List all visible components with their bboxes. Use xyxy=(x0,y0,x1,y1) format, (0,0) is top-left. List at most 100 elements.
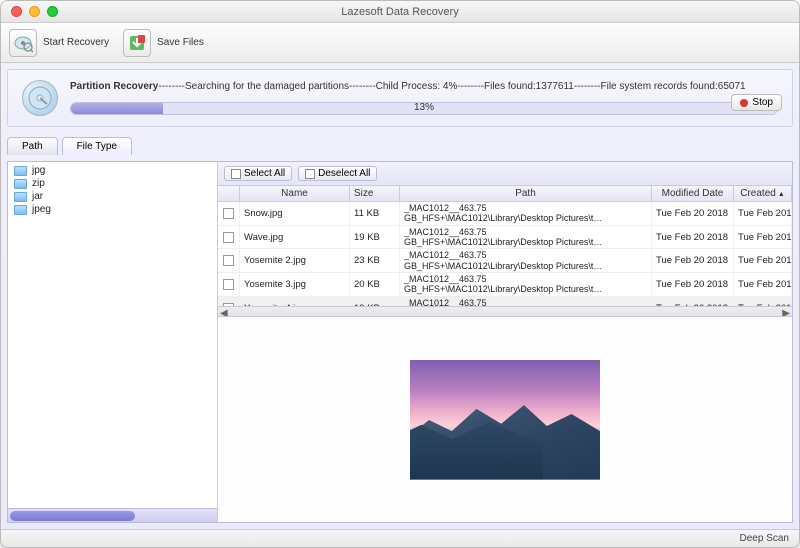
row-checkbox[interactable] xyxy=(223,255,234,266)
folder-icon xyxy=(14,179,27,189)
sidebar: jpg zip jar jpeg xyxy=(8,162,218,522)
cell-size: 19 KB xyxy=(350,226,400,249)
col-size[interactable]: Size xyxy=(350,186,400,201)
cell-path: _MAC1012__463.75GB_HFS+\MAC1012\Library\… xyxy=(400,273,652,296)
status-text: Partition Recovery--------Searching for … xyxy=(70,80,778,115)
row-checkbox-cell xyxy=(218,249,240,272)
checkbox-icon xyxy=(305,169,315,179)
status-panel: Partition Recovery--------Searching for … xyxy=(7,69,793,127)
folder-item[interactable]: jpeg xyxy=(12,203,213,216)
row-checkbox[interactable] xyxy=(223,232,234,243)
cell-size: 19 KB xyxy=(350,297,400,306)
app-window: Lazesoft Data Recovery Start Recovery Sa… xyxy=(0,0,800,548)
body-area: Partition Recovery--------Searching for … xyxy=(1,63,799,529)
cell-modified: Tue Feb 20 2018 xyxy=(652,273,734,296)
start-recovery-button[interactable]: Start Recovery xyxy=(9,29,109,57)
folder-icon xyxy=(14,192,27,202)
col-created[interactable]: Created xyxy=(734,186,792,201)
cell-path: _MAC1012__463.75GB_HFS+\MAC1012\Library\… xyxy=(400,226,652,249)
table-row[interactable]: Yosemite 3.jpg20 KB_MAC1012__463.75GB_HF… xyxy=(218,273,792,297)
select-all-label: Select All xyxy=(244,168,285,179)
main-toolbar: Start Recovery Save Files xyxy=(1,23,799,63)
cell-created: Tue Feb 2018 xyxy=(734,226,792,249)
cell-modified: Tue Feb 20 2018 xyxy=(652,249,734,272)
folder-label: jpg xyxy=(32,165,45,176)
stop-icon xyxy=(740,99,748,107)
status-title: Partition Recovery xyxy=(70,81,158,92)
tab-path[interactable]: Path xyxy=(7,137,58,155)
table-row[interactable]: Snow.jpg11 KB_MAC1012__463.75GB_HFS+\MAC… xyxy=(218,202,792,226)
stop-label: Stop xyxy=(752,97,773,108)
col-modified[interactable]: Modified Date xyxy=(652,186,734,201)
tab-file-type[interactable]: File Type xyxy=(62,137,132,155)
cell-created: Tue Feb 2018 xyxy=(734,249,792,272)
file-toolbar: Select All Deselect All xyxy=(218,162,792,186)
cell-name: Snow.jpg xyxy=(240,202,350,225)
table-header: Name Size Path Modified Date Created xyxy=(218,186,792,202)
stop-button[interactable]: Stop xyxy=(731,94,782,111)
cell-modified: Tue Feb 20 2018 xyxy=(652,202,734,225)
col-checkbox[interactable] xyxy=(218,186,240,201)
table-row[interactable]: Wave.jpg19 KB_MAC1012__463.75GB_HFS+\MAC… xyxy=(218,226,792,250)
folder-label: zip xyxy=(32,178,45,189)
cell-size: 11 KB xyxy=(350,202,400,225)
table-row[interactable]: Yosemite 4.jpg19 KB_MAC1012__463.75GB_HF… xyxy=(218,297,792,306)
status-message: --------Searching for the damaged partit… xyxy=(158,81,745,92)
cell-name: Yosemite 2.jpg xyxy=(240,249,350,272)
save-files-icon xyxy=(123,29,151,57)
table-scrollbar[interactable] xyxy=(218,306,792,316)
progress-label: 13% xyxy=(70,101,778,115)
row-checkbox[interactable] xyxy=(223,208,234,219)
sidebar-tabs: Path File Type xyxy=(7,137,793,155)
cell-name: Yosemite 3.jpg xyxy=(240,273,350,296)
col-name[interactable]: Name xyxy=(240,186,350,201)
save-files-label: Save Files xyxy=(157,37,204,48)
cell-size: 20 KB xyxy=(350,273,400,296)
cell-path: _MAC1012__463.75GB_HFS+\MAC1012\Library\… xyxy=(400,297,652,306)
content-row: jpg zip jar jpeg Select All Deselect All xyxy=(7,161,793,523)
folder-icon xyxy=(14,166,27,176)
deselect-all-button[interactable]: Deselect All xyxy=(298,166,377,181)
folder-item[interactable]: jar xyxy=(12,190,213,203)
file-table: Name Size Path Modified Date Created Sno… xyxy=(218,186,792,316)
cell-created: Tue Feb 2018 xyxy=(734,273,792,296)
main-pane: Select All Deselect All Name Size Path M… xyxy=(218,162,792,522)
row-checkbox-cell xyxy=(218,273,240,296)
folder-item[interactable]: jpg xyxy=(12,164,213,177)
folder-label: jar xyxy=(32,191,43,202)
titlebar: Lazesoft Data Recovery xyxy=(1,1,799,23)
preview-image xyxy=(410,360,600,480)
window-title: Lazesoft Data Recovery xyxy=(1,6,799,18)
cell-path: _MAC1012__463.75GB_HFS+\MAC1012\Library\… xyxy=(400,249,652,272)
folder-label: jpeg xyxy=(32,204,51,215)
table-row[interactable]: Yosemite 2.jpg23 KB_MAC1012__463.75GB_HF… xyxy=(218,249,792,273)
cell-name: Yosemite 4.jpg xyxy=(240,297,350,306)
cell-size: 23 KB xyxy=(350,249,400,272)
cell-modified: Tue Feb 20 2018 xyxy=(652,297,734,306)
table-body: Snow.jpg11 KB_MAC1012__463.75GB_HFS+\MAC… xyxy=(218,202,792,306)
preview-pane xyxy=(218,316,792,522)
folder-list: jpg zip jar jpeg xyxy=(8,162,217,508)
cell-created: Tue Feb 2018 xyxy=(734,297,792,306)
checkbox-icon xyxy=(231,169,241,179)
sidebar-scrollbar[interactable] xyxy=(8,508,217,522)
disk-icon xyxy=(22,80,58,116)
select-all-button[interactable]: Select All xyxy=(224,166,292,181)
scan-mode-label: Deep Scan xyxy=(740,533,789,544)
row-checkbox-cell xyxy=(218,297,240,306)
save-files-button[interactable]: Save Files xyxy=(123,29,204,57)
cell-modified: Tue Feb 20 2018 xyxy=(652,226,734,249)
cell-name: Wave.jpg xyxy=(240,226,350,249)
progress-bar: 13% xyxy=(70,102,778,115)
folder-icon xyxy=(14,205,27,215)
statusbar: Deep Scan xyxy=(1,529,799,547)
cell-path: _MAC1012__463.75GB_HFS+\MAC1012\Library\… xyxy=(400,202,652,225)
col-path[interactable]: Path xyxy=(400,186,652,201)
cell-created: Tue Feb 2018 xyxy=(734,202,792,225)
disk-search-icon xyxy=(9,29,37,57)
row-checkbox-cell xyxy=(218,202,240,225)
folder-item[interactable]: zip xyxy=(12,177,213,190)
row-checkbox[interactable] xyxy=(223,279,234,290)
row-checkbox-cell xyxy=(218,226,240,249)
deselect-all-label: Deselect All xyxy=(318,168,370,179)
